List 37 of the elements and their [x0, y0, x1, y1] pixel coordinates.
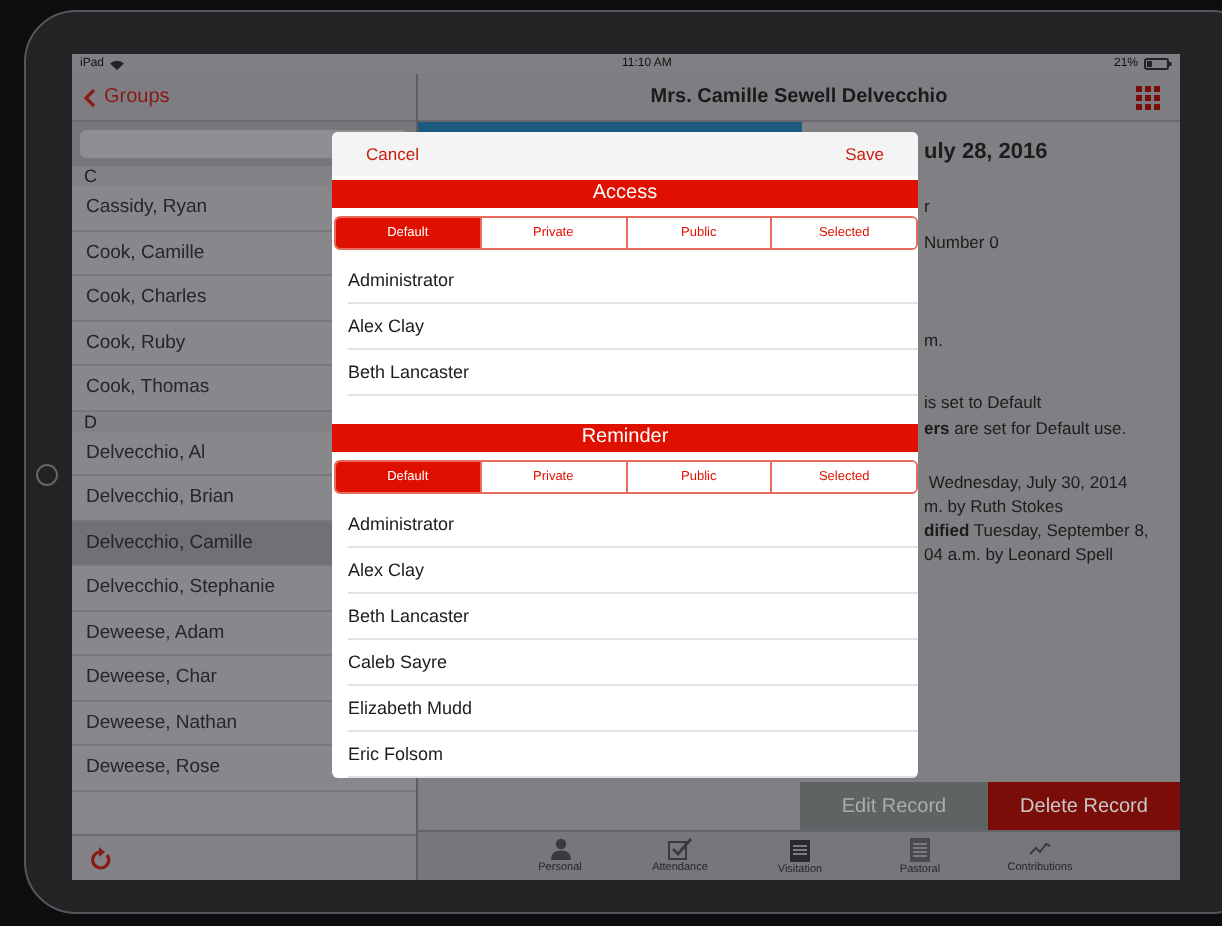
- section-title-bar: Access: [332, 180, 918, 208]
- person-row[interactable]: Administrator: [348, 258, 918, 304]
- person-row[interactable]: Caleb Sayre: [348, 640, 918, 686]
- person-row[interactable]: Alex Clay: [348, 548, 918, 594]
- record-text: r: [924, 196, 930, 218]
- line-chart-icon: [1028, 838, 1052, 860]
- checkbox-icon: [668, 838, 692, 860]
- cancel-button[interactable]: Cancel: [340, 140, 445, 168]
- person-row[interactable]: Elizabeth Mudd: [348, 686, 918, 732]
- person-icon: [549, 838, 571, 860]
- record-text: Wednesday, July 30, 2014: [926, 472, 1128, 494]
- edit-button[interactable]: Edit Record: [800, 782, 988, 830]
- battery-icon: [1144, 58, 1172, 70]
- notebook-icon: [790, 837, 810, 861]
- wifi-icon: [110, 59, 125, 69]
- grid-menu-icon[interactable]: [1136, 86, 1160, 110]
- record-text: m.: [924, 330, 943, 352]
- delete-button[interactable]: Delete Record: [988, 782, 1180, 830]
- record-text: ers are set for Default use.: [924, 418, 1127, 440]
- refresh-icon[interactable]: [90, 846, 112, 870]
- chevron-left-icon: [84, 87, 96, 107]
- record-text: uly 28, 2016: [924, 140, 1048, 166]
- record-text: Number 0: [924, 232, 999, 254]
- record-title: Mrs. Camille Sewell Delvecchio: [650, 86, 948, 108]
- home-button[interactable]: [36, 464, 58, 486]
- record-text: dified Tuesday, September 8,: [924, 520, 1149, 542]
- record-text: m. by Ruth Stokes: [924, 496, 1063, 518]
- person-row[interactable]: Alex Clay: [348, 304, 918, 350]
- save-button[interactable]: Save: [819, 140, 910, 168]
- person-row[interactable]: Beth Lancaster: [348, 350, 918, 396]
- record-text: is set to Default: [924, 392, 1042, 414]
- notepad-icon: [910, 837, 930, 861]
- person-row[interactable]: Eric Folsom: [348, 732, 918, 778]
- person-row[interactable]: Beth Lancaster: [348, 594, 918, 640]
- section-title-bar: Reminder: [332, 424, 918, 452]
- person-row[interactable]: Administrator: [348, 502, 918, 548]
- record-text: 04 a.m. by Leonard Spell: [924, 544, 1114, 566]
